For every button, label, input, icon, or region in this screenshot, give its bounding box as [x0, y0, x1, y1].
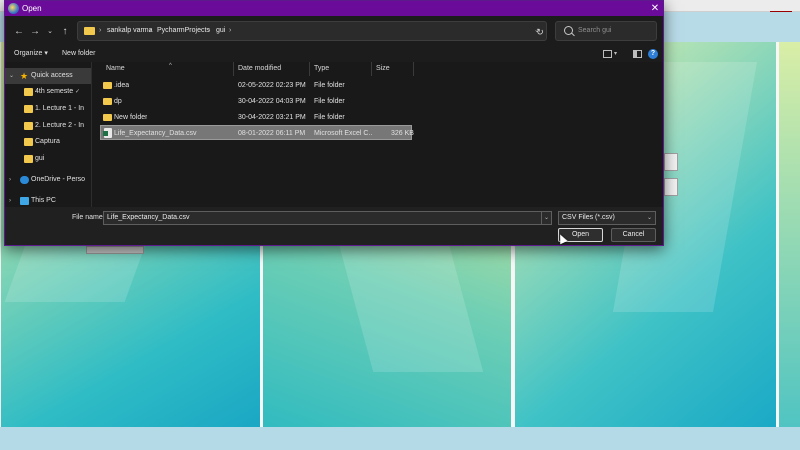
sidebar-item-label: 4th semeste — [35, 88, 74, 95]
folder-icon — [103, 98, 112, 105]
file-type: File folder — [314, 82, 345, 89]
file-name: .idea — [114, 82, 130, 89]
navigation-pane: ⌄ ★ Quick access 4th semeste ✓ 1. Lectur… — [5, 62, 91, 207]
expand-chevron-icon[interactable]: › — [9, 172, 11, 188]
file-name-input[interactable]: Life_Expectancy_Data.csv — [103, 211, 551, 225]
file-size: 326 KB — [391, 130, 414, 137]
command-toolbar: Organize ▾ New folder ▾ ? — [5, 46, 663, 62]
column-header-name[interactable]: Name — [102, 62, 234, 76]
breadcrumb-separator: › — [208, 27, 211, 34]
new-folder-button[interactable]: New folder — [62, 48, 95, 60]
file-date: 08-01-2022 06:11 PM — [238, 130, 306, 137]
breadcrumb-item[interactable]: sankalp varma — [107, 26, 153, 36]
sidebar-item-captura[interactable]: Captura — [5, 134, 91, 150]
address-bar[interactable]: › sankalp varma › PycharmProjects › gui … — [77, 21, 547, 41]
view-dropdown-icon[interactable]: ▾ — [614, 48, 617, 60]
star-icon: ★ — [20, 71, 29, 81]
folder-icon — [24, 138, 33, 146]
file-type-filter-value: CSV Files (*.csv) — [562, 214, 615, 221]
file-type: File folder — [314, 98, 345, 105]
folder-icon — [24, 105, 33, 113]
folder-icon — [84, 27, 95, 35]
sidebar-item-4th-semester[interactable]: 4th semeste ✓ — [5, 84, 91, 100]
folder-icon — [24, 155, 33, 163]
background-button[interactable] — [664, 178, 678, 196]
dialog-title: Open — [22, 4, 42, 13]
preview-pane-icon[interactable] — [633, 50, 642, 58]
sidebar-item-label: gui — [35, 155, 45, 162]
sidebar-item-onedrive[interactable]: › OneDrive - Perso — [5, 172, 91, 188]
background-panel-4 — [776, 42, 800, 427]
cancel-button[interactable]: Cancel — [611, 228, 656, 242]
column-header-date-modified[interactable]: Date modified — [234, 62, 310, 76]
sidebar-item-lecture-2[interactable]: 2. Lecture 2 - In — [5, 118, 91, 134]
file-date: 30-04-2022 03:21 PM — [238, 114, 306, 121]
sidebar-item-label: 1. Lecture 1 - In — [35, 105, 85, 112]
up-arrow-icon[interactable]: ↑ — [57, 24, 73, 40]
background-button[interactable] — [86, 246, 144, 254]
file-date: 02-05-2022 02:23 PM — [238, 82, 306, 89]
cloud-icon — [20, 176, 29, 184]
file-name: New folder — [114, 114, 148, 121]
file-name: dp — [114, 98, 122, 105]
background-button[interactable] — [664, 153, 678, 171]
dialog-titlebar[interactable]: Open ✕ — [5, 1, 663, 16]
folder-icon — [103, 82, 112, 89]
back-arrow-icon[interactable]: ← — [11, 24, 27, 40]
file-row[interactable]: .idea 02-05-2022 02:23 PM File folder — [100, 78, 412, 93]
search-placeholder: Search gui — [578, 27, 612, 34]
sidebar-item-label: Captura — [35, 138, 60, 145]
recent-locations-chevron-icon[interactable]: ⌄ — [42, 24, 58, 40]
pin-icon: ✓ — [75, 89, 81, 95]
file-row[interactable]: dp 30-04-2022 04:03 PM File folder — [100, 94, 412, 109]
file-row[interactable]: New folder 30-04-2022 03:21 PM File fold… — [100, 110, 412, 125]
breadcrumb-separator: › — [149, 27, 152, 34]
file-type: File folder — [314, 114, 345, 121]
breadcrumb-separator: › — [99, 27, 102, 34]
breadcrumb-item[interactable]: gui — [216, 26, 225, 36]
close-icon[interactable]: ✕ — [649, 2, 661, 15]
breadcrumb-item[interactable]: PycharmProjects — [157, 26, 210, 36]
sidebar-item-label: Quick access — [31, 72, 73, 79]
forward-arrow-icon[interactable]: → — [27, 24, 43, 40]
python-app-icon — [8, 3, 19, 14]
sidebar-item-gui[interactable]: gui — [5, 151, 91, 167]
expand-chevron-icon[interactable]: ⌄ — [9, 68, 14, 84]
file-name: Life_Expectancy_Data.csv — [114, 130, 197, 137]
file-name-label: File name: — [72, 214, 105, 221]
file-date: 30-04-2022 04:03 PM — [238, 98, 306, 105]
pc-icon — [20, 197, 29, 205]
column-header-type[interactable]: Type — [310, 62, 372, 76]
sidebar-item-quick-access[interactable]: ⌄ ★ Quick access — [5, 68, 91, 84]
chevron-down-icon: ⌄ — [646, 215, 652, 221]
search-input[interactable]: Search gui — [555, 21, 657, 41]
sidebar-item-lecture-1[interactable]: 1. Lecture 1 - In — [5, 101, 91, 117]
open-file-dialog: Open ✕ ← → ⌄ ↑ › sankalp varma › Pycharm… — [4, 0, 664, 246]
column-header-size[interactable]: Size — [372, 62, 414, 76]
folder-icon — [103, 114, 112, 121]
organize-button[interactable]: Organize ▾ — [14, 48, 48, 60]
file-row-selected[interactable]: Life_Expectancy_Data.csv 08-01-2022 06:1… — [100, 125, 414, 140]
sidebar-item-label: OneDrive - Perso — [31, 176, 86, 183]
excel-csv-icon — [103, 128, 112, 138]
search-icon — [564, 26, 573, 35]
folder-icon — [24, 122, 33, 130]
view-options-icon[interactable] — [603, 50, 612, 58]
file-type: Microsoft Excel C... — [314, 130, 372, 137]
refresh-icon[interactable]: ↻ — [533, 25, 547, 39]
folder-icon — [24, 88, 33, 96]
sidebar-item-label: 2. Lecture 2 - In — [35, 122, 85, 129]
breadcrumb-separator: › — [229, 27, 232, 34]
file-type-filter-select[interactable]: CSV Files (*.csv) ⌄ — [558, 211, 656, 225]
navigation-bar: ← → ⌄ ↑ › sankalp varma › PycharmProject… — [5, 16, 663, 46]
background-bottom-band — [0, 427, 800, 450]
help-icon[interactable]: ? — [648, 49, 658, 59]
file-list: ^ Name Date modified Type Size .idea 02-… — [91, 62, 663, 207]
file-name-dropdown-icon[interactable]: ⌄ — [541, 211, 552, 225]
